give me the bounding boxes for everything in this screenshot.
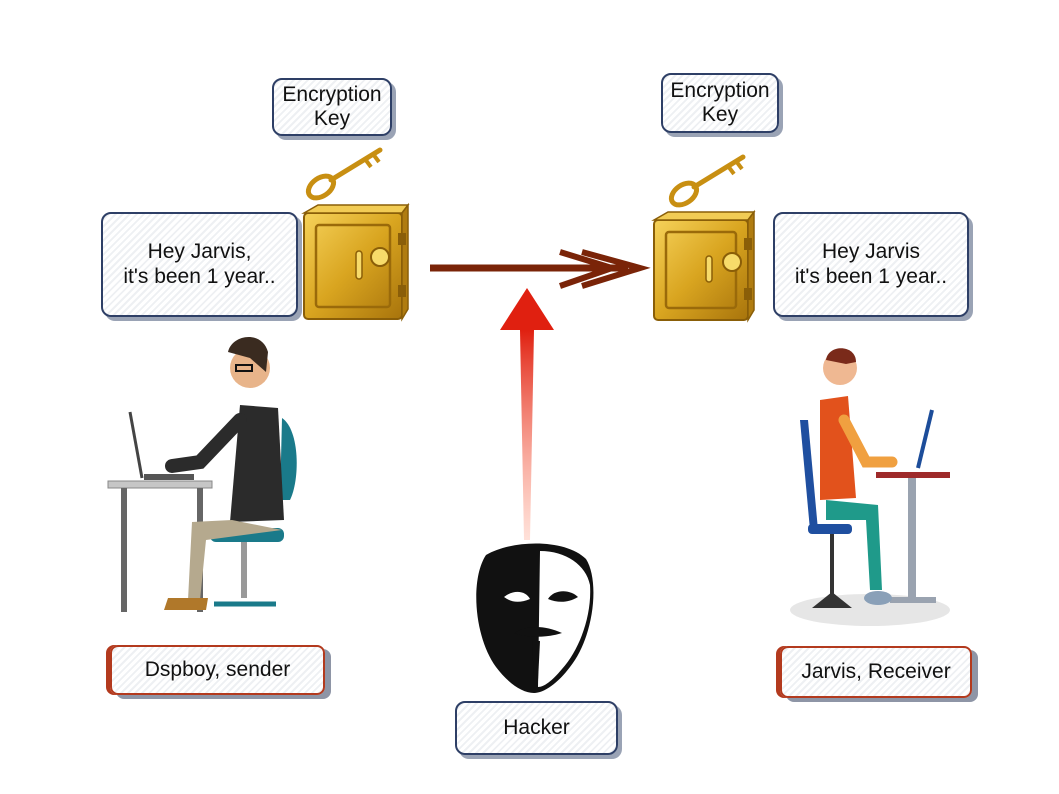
safe-icon-right [651,209,756,323]
sender-message-box: Hey Jarvis, it's been 1 year.. [101,212,298,317]
attack-arrow [500,288,554,540]
encryption-key-label-right: Encryption Key [661,73,779,133]
hacker-label: Hacker [455,701,618,755]
sender-name-label: Dspboy, sender [110,645,325,695]
key-icon-right [668,154,746,208]
receiver-name-label: Jarvis, Receiver [780,646,972,698]
sender-person-icon [107,336,297,612]
hacker-mask-icon [476,543,594,693]
transfer-arrow [430,249,651,289]
receiver-message-box: Hey Jarvis it's been 1 year.. [773,212,969,317]
key-icon-left [305,147,383,201]
receiver-person-icon [790,348,950,626]
encryption-key-label-left: Encryption Key [272,78,392,136]
safe-icon-left [301,202,410,322]
